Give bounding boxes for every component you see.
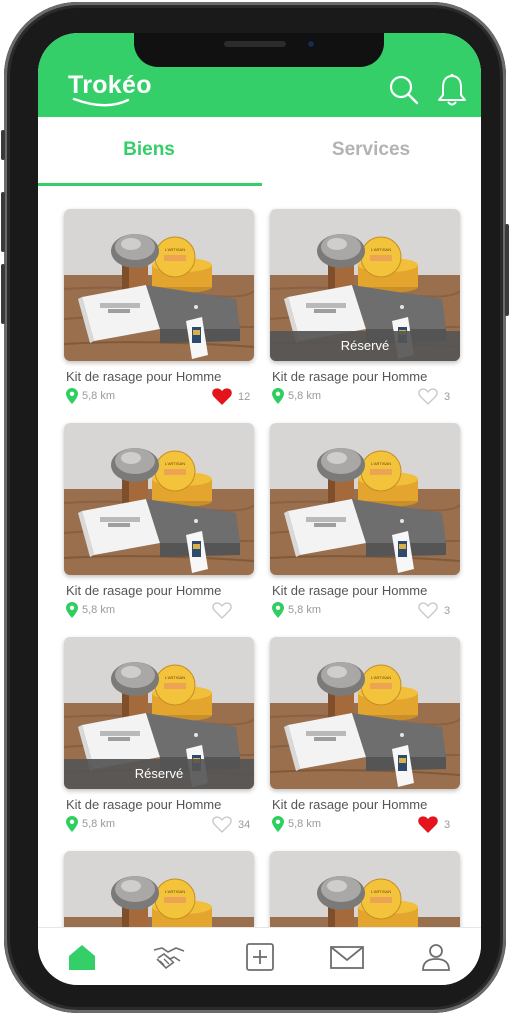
product-thumbnail[interactable]: L'ARTISAN: [64, 423, 254, 575]
app-logo: Trokéo: [68, 71, 152, 99]
notch: [134, 33, 384, 67]
svg-text:L'ARTISAN: L'ARTISAN: [165, 247, 185, 252]
like-count: 3: [444, 391, 451, 403]
svg-text:L'ARTISAN: L'ARTISAN: [371, 247, 391, 252]
speaker: [224, 41, 286, 47]
product-thumbnail[interactable]: L'ARTISAN Réservé: [64, 637, 254, 789]
search-icon[interactable]: [388, 73, 420, 107]
product-distance: 5,8 km: [82, 818, 116, 830]
mute-switch: [1, 130, 5, 160]
product-title: Kit de rasage pour Homme: [272, 797, 428, 812]
product-photo: L'ARTISAN: [64, 423, 254, 575]
svg-text:L'ARTISAN: L'ARTISAN: [165, 675, 185, 680]
like-count: 3: [444, 819, 451, 831]
product-thumbnail[interactable]: L'ARTISAN: [64, 209, 254, 361]
product-meta: 5,8 km 3: [272, 601, 460, 619]
product-card[interactable]: L'ARTISAN Kit de rasage pour Homme 5,8 k…: [270, 423, 460, 623]
location-pin-icon: [66, 816, 78, 837]
location-pin-icon: [272, 388, 284, 409]
mail-icon[interactable]: [330, 942, 364, 972]
bottom-navigation: [38, 927, 481, 985]
heart-outline-icon[interactable]: [418, 602, 438, 624]
heart-outline-icon[interactable]: [212, 816, 232, 838]
product-card[interactable]: L'ARTISAN Réservé Kit de rasage pour Homm…: [270, 209, 460, 409]
product-card[interactable]: L'ARTISAN Kit de rasage pour Homme 5,8 k…: [270, 637, 460, 837]
add-icon[interactable]: [243, 942, 277, 972]
profile-icon[interactable]: [419, 942, 453, 972]
product-distance: 5,8 km: [288, 390, 322, 402]
svg-text:L'ARTISAN: L'ARTISAN: [165, 889, 185, 894]
like-count: 3: [444, 605, 451, 617]
svg-text:L'ARTISAN: L'ARTISAN: [371, 675, 391, 680]
product-title: Kit de rasage pour Homme: [272, 369, 428, 384]
product-title: Kit de rasage pour Homme: [66, 583, 222, 598]
product-thumbnail[interactable]: L'ARTISAN: [270, 637, 460, 789]
product-card[interactable]: L'ARTISAN Kit de rasage pour Homme 5,8 k…: [64, 209, 254, 409]
svg-text:L'ARTISAN: L'ARTISAN: [371, 461, 391, 466]
product-distance: 5,8 km: [82, 604, 116, 616]
heart-filled-icon[interactable]: [212, 388, 232, 410]
product-thumbnail[interactable]: L'ARTISAN: [270, 423, 460, 575]
product-meta: 5,8 km 34: [66, 815, 254, 833]
svg-text:L'ARTISAN: L'ARTISAN: [165, 461, 185, 466]
reserved-badge: Réservé: [64, 759, 254, 789]
product-meta: 5,8 km: [66, 601, 254, 619]
product-meta: 5,8 km 12: [66, 387, 254, 405]
product-meta: 5,8 km 3: [272, 387, 460, 405]
volume-up-button: [1, 192, 5, 252]
product-distance: 5,8 km: [288, 604, 322, 616]
tab-services[interactable]: Services: [260, 139, 481, 161]
logo-swoosh-icon: [72, 97, 130, 107]
product-meta: 5,8 km 3: [272, 815, 460, 833]
svg-text:L'ARTISAN: L'ARTISAN: [371, 889, 391, 894]
heart-outline-icon[interactable]: [212, 602, 232, 624]
product-distance: 5,8 km: [82, 390, 116, 402]
tab-bar: Biens Services: [38, 117, 481, 187]
home-icon[interactable]: [65, 942, 99, 972]
like-count: 34: [238, 819, 251, 831]
active-tab-indicator: [38, 183, 262, 186]
product-title: Kit de rasage pour Homme: [272, 583, 428, 598]
product-distance: 5,8 km: [288, 818, 322, 830]
like-count: 12: [238, 391, 251, 403]
product-card[interactable]: L'ARTISAN Réservé Kit de rasage pour Homm…: [64, 637, 254, 837]
product-photo: L'ARTISAN: [270, 637, 460, 789]
volume-down-button: [1, 264, 5, 324]
product-photo: L'ARTISAN: [64, 209, 254, 361]
product-title: Kit de rasage pour Homme: [66, 797, 222, 812]
location-pin-icon: [272, 602, 284, 623]
front-camera: [306, 39, 316, 49]
heart-outline-icon[interactable]: [418, 388, 438, 410]
location-pin-icon: [272, 816, 284, 837]
location-pin-icon: [66, 388, 78, 409]
location-pin-icon: [66, 602, 78, 623]
reserved-badge: Réservé: [270, 331, 460, 361]
product-thumbnail[interactable]: L'ARTISAN Réservé: [270, 209, 460, 361]
tab-biens[interactable]: Biens: [38, 139, 260, 161]
product-card[interactable]: L'ARTISAN Kit de rasage pour Homme 5,8 k…: [64, 423, 254, 623]
handshake-icon[interactable]: [152, 942, 186, 972]
item-grid: L'ARTISAN Kit de rasage pour Homme 5,8 k…: [38, 187, 481, 985]
heart-filled-icon[interactable]: [418, 816, 438, 838]
power-button: [505, 224, 509, 316]
phone-frame: Trokéo Biens Services L'ARTISAN Kit de r…: [1, 2, 509, 1013]
product-title: Kit de rasage pour Homme: [66, 369, 222, 384]
bell-icon[interactable]: [436, 73, 468, 107]
screen: Trokéo Biens Services L'ARTISAN Kit de r…: [38, 33, 481, 985]
product-photo: L'ARTISAN: [270, 423, 460, 575]
